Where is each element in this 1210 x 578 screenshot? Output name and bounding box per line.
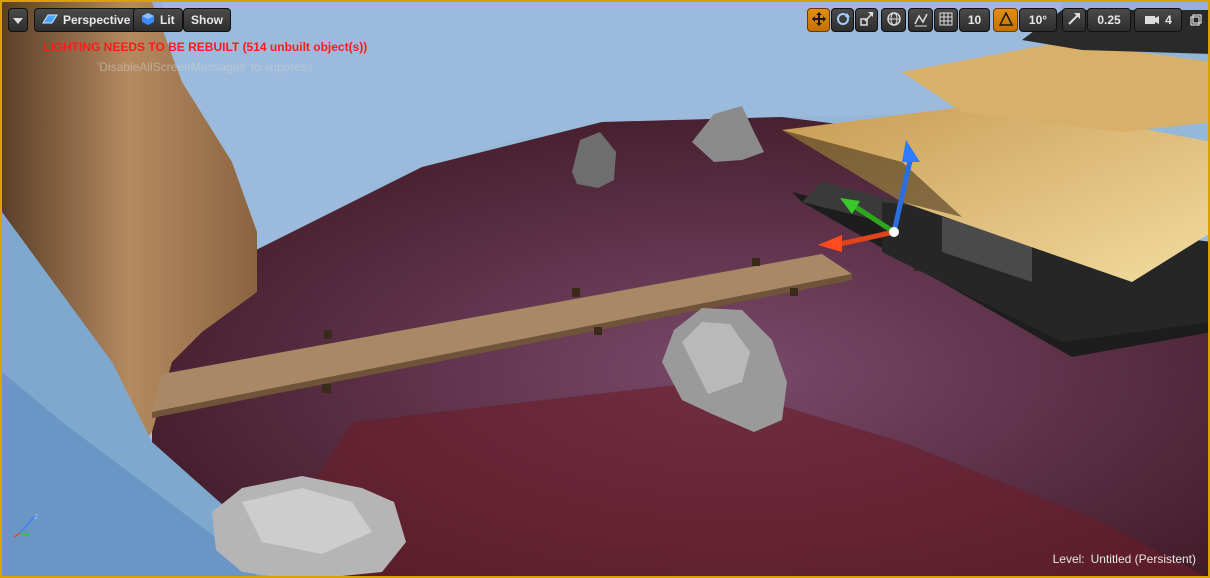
move-arrows-icon — [811, 11, 827, 30]
grid-snap-toggle[interactable] — [934, 8, 958, 32]
rotation-snap-value[interactable]: 10° — [1019, 8, 1057, 32]
scale-icon — [859, 11, 875, 30]
level-label: Level: — [1052, 552, 1085, 566]
rotate-mode-button[interactable] — [831, 8, 854, 32]
level-viewport[interactable]: Perspective Lit Show 10 10° 0.25 4 LIGHT… — [0, 0, 1210, 578]
perspective-icon — [42, 13, 58, 28]
scene-render — [2, 2, 1208, 576]
scale-snap-toggle[interactable] — [1062, 8, 1086, 32]
world-local-toggle-button[interactable] — [881, 8, 906, 32]
rotation-snap-value-label: 10° — [1028, 13, 1048, 27]
lit-cube-icon — [141, 12, 155, 29]
suppress-hint: 'DisableAllScreenMessages' to suppress — [97, 60, 314, 74]
view-mode-button[interactable]: Lit — [133, 8, 183, 32]
globe-icon — [886, 11, 902, 30]
lighting-rebuild-warning: LIGHTING NEEDS TO BE REBUILT (514 unbuil… — [43, 40, 368, 54]
level-status: Level: Untitled (Persistent) — [1047, 552, 1196, 566]
scale-mode-button[interactable] — [855, 8, 878, 32]
perspective-button[interactable]: Perspective — [34, 8, 139, 32]
viewport-options-button[interactable] — [8, 8, 28, 32]
scale-snap-value-label: 0.25 — [1097, 13, 1121, 27]
scale-snap-icon — [1067, 12, 1081, 29]
grid-snap-value[interactable]: 10 — [959, 8, 990, 32]
angle-icon — [998, 10, 1013, 29]
rotate-icon — [835, 11, 851, 30]
axis-indicator: z — [10, 511, 44, 548]
perspective-label: Perspective — [63, 13, 131, 27]
camera-speed-button[interactable]: 4 — [1134, 8, 1182, 32]
surface-snap-icon — [913, 11, 929, 30]
level-name: Untitled (Persistent) — [1090, 552, 1196, 566]
surface-snapping-button[interactable] — [908, 8, 933, 32]
maximize-viewport-button[interactable] — [1190, 13, 1202, 31]
show-label: Show — [191, 13, 223, 27]
lit-label: Lit — [160, 13, 175, 27]
translate-mode-button[interactable] — [807, 8, 830, 32]
camera-icon — [1144, 13, 1160, 28]
grid-icon — [939, 12, 953, 29]
svg-text:z: z — [34, 511, 39, 521]
maximize-icon — [1190, 13, 1202, 31]
camera-speed-label: 4 — [1165, 13, 1172, 27]
chevron-down-icon — [13, 13, 23, 27]
show-button[interactable]: Show — [183, 8, 231, 32]
scale-snap-value[interactable]: 0.25 — [1087, 8, 1131, 32]
grid-snap-value-label: 10 — [967, 13, 982, 27]
rotation-snap-toggle[interactable] — [993, 8, 1018, 32]
